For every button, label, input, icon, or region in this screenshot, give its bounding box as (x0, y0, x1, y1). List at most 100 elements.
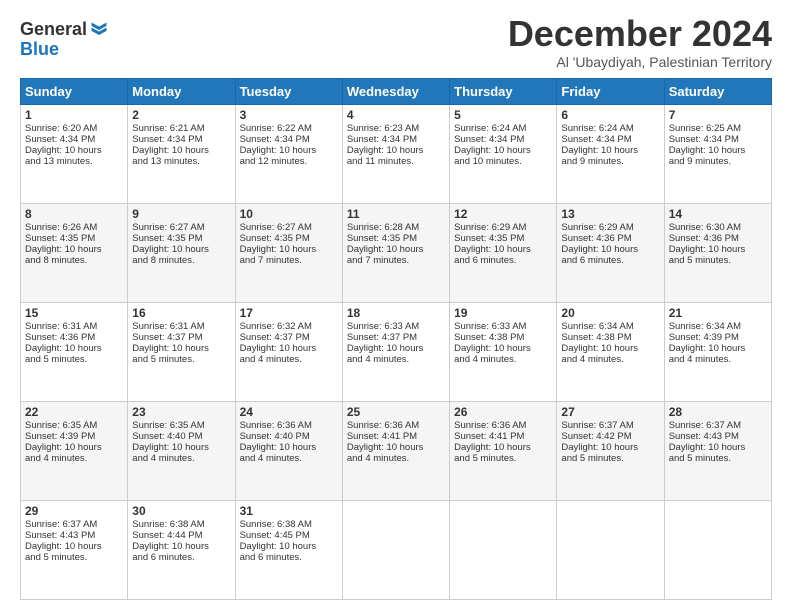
day-info-line: Sunset: 4:38 PM (561, 332, 659, 343)
day-info-line: Sunset: 4:34 PM (132, 134, 230, 145)
location: Al 'Ubaydiyah, Palestinian Territory (508, 54, 772, 70)
day-info-line: Sunrise: 6:34 AM (561, 321, 659, 332)
day-info-line: Sunrise: 6:38 AM (240, 519, 338, 530)
day-info-line: Sunrise: 6:38 AM (132, 519, 230, 530)
calendar-cell: 16Sunrise: 6:31 AMSunset: 4:37 PMDayligh… (128, 303, 235, 402)
day-info-line: Daylight: 10 hours (132, 541, 230, 552)
day-info-line: Daylight: 10 hours (669, 145, 767, 156)
day-info-line: Sunrise: 6:32 AM (240, 321, 338, 332)
day-info-line: Daylight: 10 hours (561, 343, 659, 354)
day-info-line: Sunset: 4:39 PM (669, 332, 767, 343)
day-info-line: Daylight: 10 hours (454, 343, 552, 354)
day-info-line: and 5 minutes. (454, 453, 552, 464)
day-info-line: Daylight: 10 hours (347, 343, 445, 354)
calendar-cell: 17Sunrise: 6:32 AMSunset: 4:37 PMDayligh… (235, 303, 342, 402)
col-header-tuesday: Tuesday (235, 79, 342, 105)
day-number: 1 (25, 108, 123, 122)
day-info-line: Sunset: 4:37 PM (240, 332, 338, 343)
calendar-cell: 15Sunrise: 6:31 AMSunset: 4:36 PMDayligh… (21, 303, 128, 402)
day-info-line: Daylight: 10 hours (561, 244, 659, 255)
calendar-cell: 31Sunrise: 6:38 AMSunset: 4:45 PMDayligh… (235, 501, 342, 600)
day-info-line: and 4 minutes. (347, 354, 445, 365)
day-number: 27 (561, 405, 659, 419)
calendar-cell: 14Sunrise: 6:30 AMSunset: 4:36 PMDayligh… (664, 204, 771, 303)
day-info-line: and 6 minutes. (240, 552, 338, 563)
day-info-line: Sunrise: 6:34 AM (669, 321, 767, 332)
calendar-cell: 9Sunrise: 6:27 AMSunset: 4:35 PMDaylight… (128, 204, 235, 303)
day-info-line: Daylight: 10 hours (240, 343, 338, 354)
calendar-cell: 27Sunrise: 6:37 AMSunset: 4:42 PMDayligh… (557, 402, 664, 501)
day-number: 24 (240, 405, 338, 419)
page: General Blue December 2024 Al 'Ubaydiyah… (0, 0, 792, 612)
day-info-line: Sunset: 4:34 PM (240, 134, 338, 145)
col-header-sunday: Sunday (21, 79, 128, 105)
week-row-2: 8Sunrise: 6:26 AMSunset: 4:35 PMDaylight… (21, 204, 772, 303)
day-info-line: Sunset: 4:45 PM (240, 530, 338, 541)
day-info-line: Sunrise: 6:23 AM (347, 123, 445, 134)
day-info-line: Daylight: 10 hours (25, 145, 123, 156)
day-info-line: Daylight: 10 hours (347, 145, 445, 156)
day-info-line: Sunrise: 6:29 AM (561, 222, 659, 233)
day-info-line: Sunset: 4:37 PM (347, 332, 445, 343)
day-info-line: Sunset: 4:39 PM (25, 431, 123, 442)
day-info-line: and 8 minutes. (132, 255, 230, 266)
day-info-line: Sunset: 4:40 PM (132, 431, 230, 442)
day-number: 2 (132, 108, 230, 122)
day-info-line: Sunset: 4:34 PM (347, 134, 445, 145)
day-info-line: and 5 minutes. (669, 255, 767, 266)
day-info-line: and 7 minutes. (347, 255, 445, 266)
col-header-wednesday: Wednesday (342, 79, 449, 105)
day-number: 26 (454, 405, 552, 419)
day-info-line: Sunrise: 6:36 AM (347, 420, 445, 431)
day-info-line: and 6 minutes. (132, 552, 230, 563)
day-info-line: Sunrise: 6:28 AM (347, 222, 445, 233)
day-info-line: and 8 minutes. (25, 255, 123, 266)
day-info-line: and 5 minutes. (669, 453, 767, 464)
day-info-line: Daylight: 10 hours (132, 343, 230, 354)
title-block: December 2024 Al 'Ubaydiyah, Palestinian… (508, 16, 772, 70)
logo: General Blue (20, 20, 109, 60)
calendar-cell: 29Sunrise: 6:37 AMSunset: 4:43 PMDayligh… (21, 501, 128, 600)
calendar-cell: 1Sunrise: 6:20 AMSunset: 4:34 PMDaylight… (21, 105, 128, 204)
day-info-line: Daylight: 10 hours (347, 244, 445, 255)
calendar-cell: 30Sunrise: 6:38 AMSunset: 4:44 PMDayligh… (128, 501, 235, 600)
day-info-line: and 7 minutes. (240, 255, 338, 266)
day-info-line: Sunrise: 6:21 AM (132, 123, 230, 134)
day-info-line: and 5 minutes. (132, 354, 230, 365)
day-number: 23 (132, 405, 230, 419)
day-info-line: and 13 minutes. (25, 156, 123, 167)
day-number: 20 (561, 306, 659, 320)
calendar-cell (557, 501, 664, 600)
day-info-line: Sunrise: 6:37 AM (669, 420, 767, 431)
day-info-line: Sunset: 4:36 PM (669, 233, 767, 244)
day-info-line: Sunrise: 6:36 AM (240, 420, 338, 431)
day-info-line: Daylight: 10 hours (25, 343, 123, 354)
day-info-line: Sunrise: 6:31 AM (25, 321, 123, 332)
col-header-saturday: Saturday (664, 79, 771, 105)
day-info-line: Sunrise: 6:24 AM (561, 123, 659, 134)
day-info-line: and 5 minutes. (25, 552, 123, 563)
week-row-5: 29Sunrise: 6:37 AMSunset: 4:43 PMDayligh… (21, 501, 772, 600)
day-info-line: and 4 minutes. (132, 453, 230, 464)
day-info-line: and 12 minutes. (240, 156, 338, 167)
day-info-line: Sunrise: 6:35 AM (25, 420, 123, 431)
day-number: 30 (132, 504, 230, 518)
day-info-line: Sunrise: 6:24 AM (454, 123, 552, 134)
day-info-line: and 4 minutes. (347, 453, 445, 464)
calendar-cell: 24Sunrise: 6:36 AMSunset: 4:40 PMDayligh… (235, 402, 342, 501)
day-info-line: and 11 minutes. (347, 156, 445, 167)
day-info-line: Daylight: 10 hours (240, 442, 338, 453)
day-info-line: Sunset: 4:41 PM (454, 431, 552, 442)
day-info-line: Sunrise: 6:29 AM (454, 222, 552, 233)
day-info-line: and 9 minutes. (669, 156, 767, 167)
day-number: 8 (25, 207, 123, 221)
day-info-line: Daylight: 10 hours (454, 244, 552, 255)
day-info-line: Daylight: 10 hours (25, 244, 123, 255)
day-info-line: and 4 minutes. (669, 354, 767, 365)
day-info-line: Sunset: 4:34 PM (669, 134, 767, 145)
day-info-line: Daylight: 10 hours (454, 442, 552, 453)
day-info-line: Sunset: 4:37 PM (132, 332, 230, 343)
calendar-cell: 4Sunrise: 6:23 AMSunset: 4:34 PMDaylight… (342, 105, 449, 204)
day-info-line: Sunset: 4:43 PM (25, 530, 123, 541)
day-info-line: Daylight: 10 hours (561, 442, 659, 453)
